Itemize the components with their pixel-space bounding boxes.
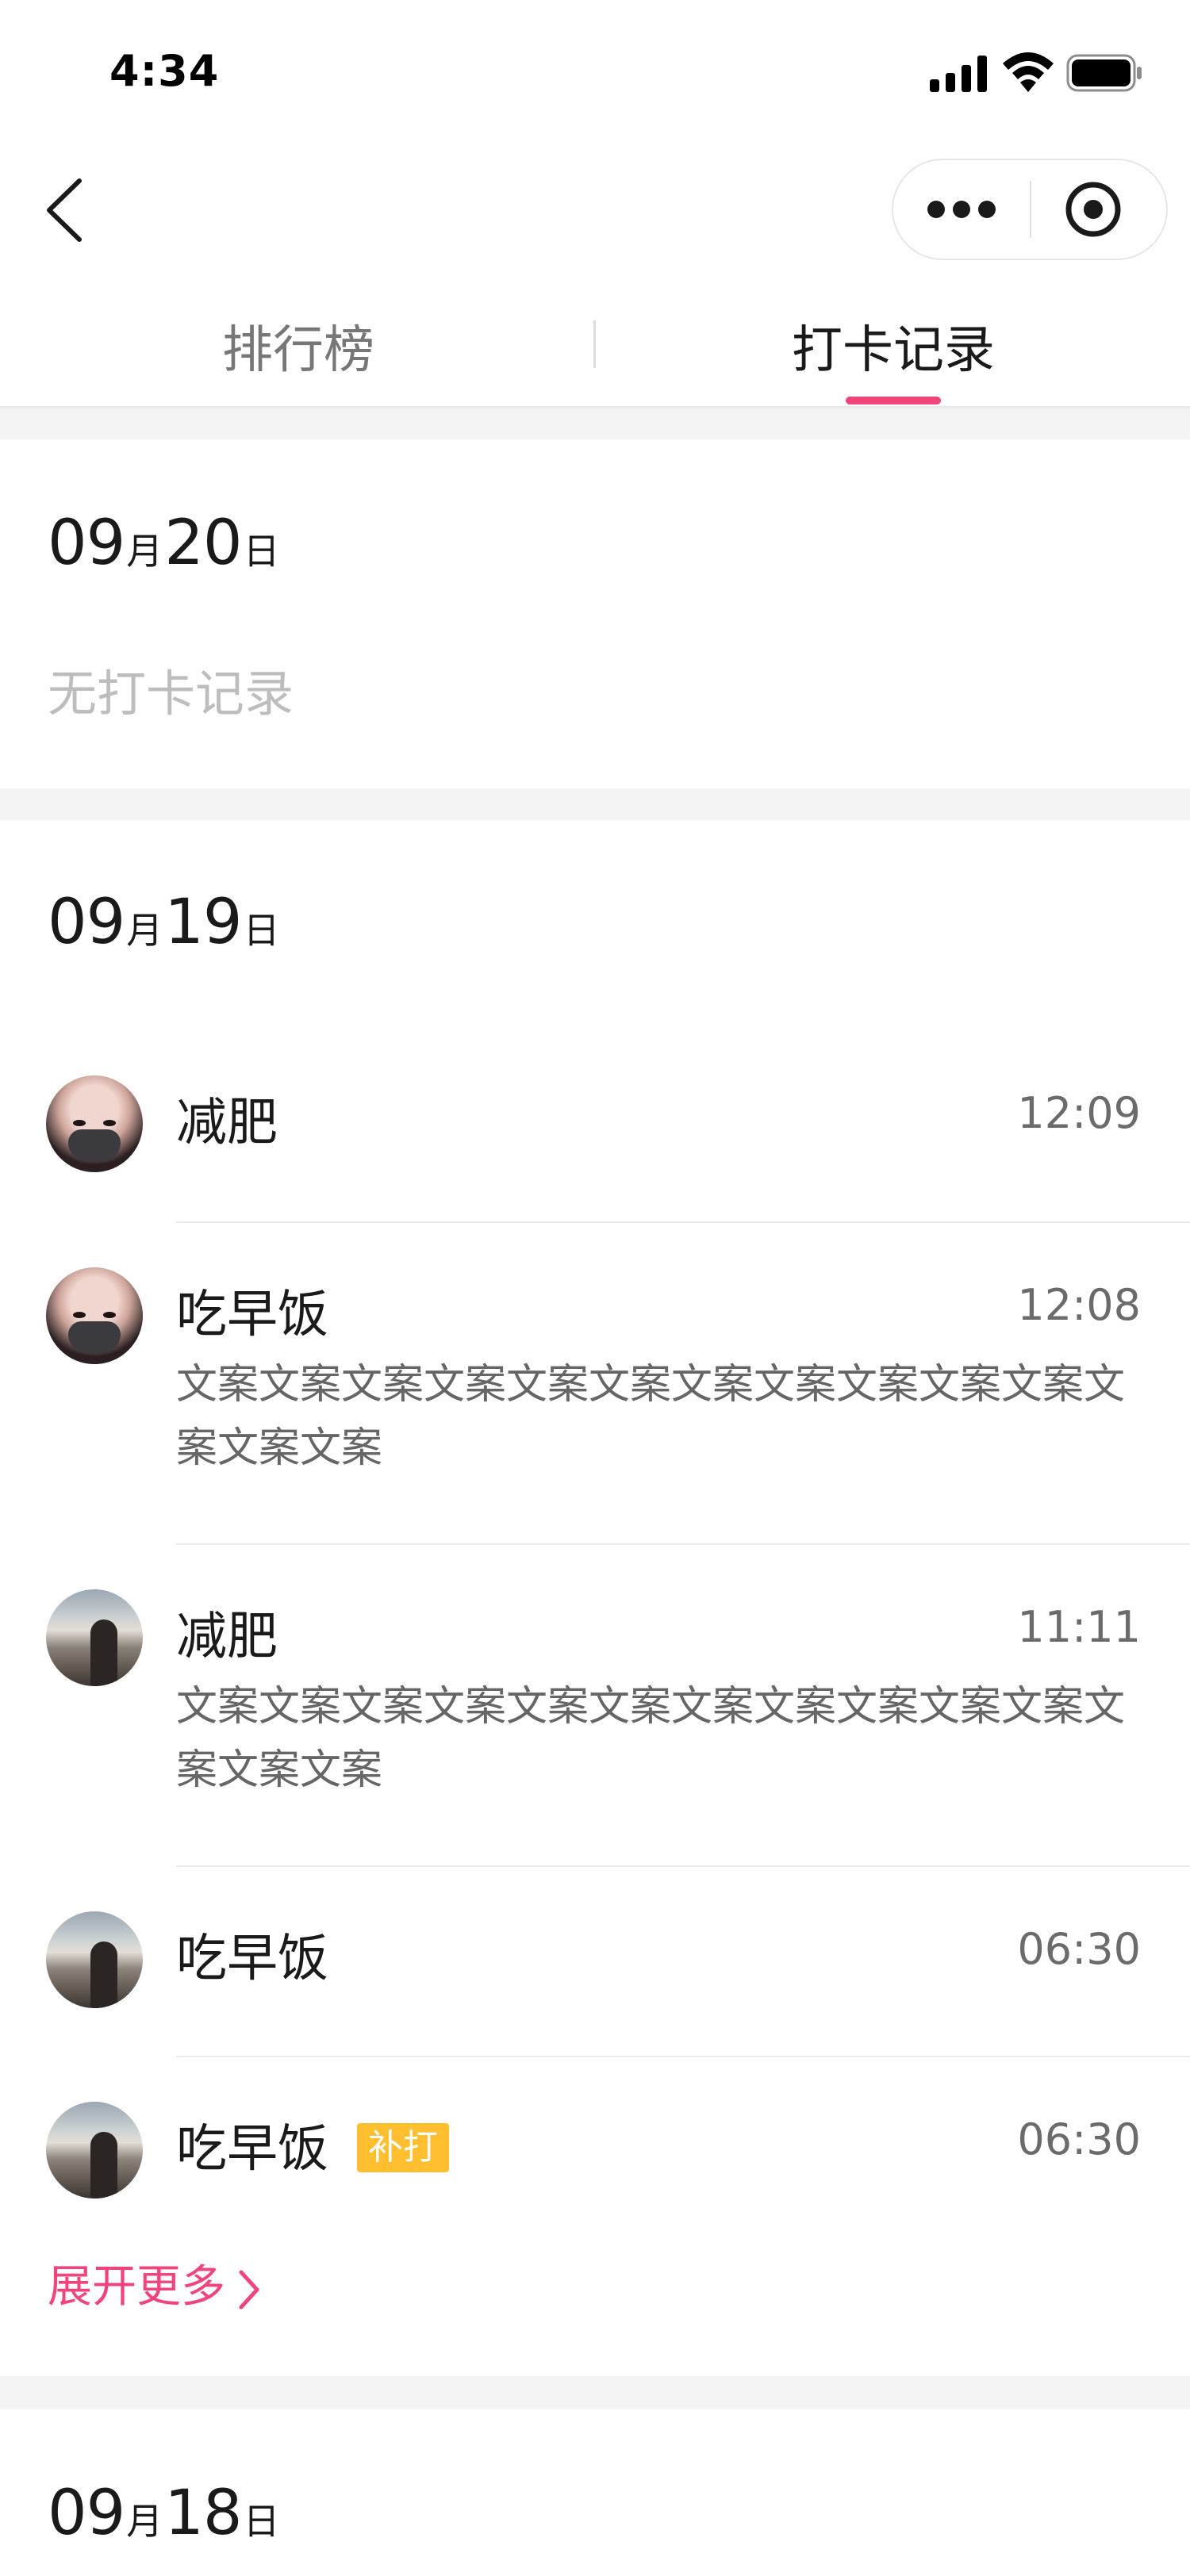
day-date: 09月20日 [48,508,282,579]
day-card-0918: 09月18日 [0,2409,1190,2576]
date-month: 09 [48,508,125,579]
checkin-record[interactable]: 吃早饭 06:30 [0,1867,1190,2057]
mini-program-capsule [892,159,1168,260]
day-card-0919: 09月19日 减肥 12:09 吃早饭 12:08 文案文案文案文案文案文案文案… [0,820,1190,2376]
status-bar: 4:34 [0,0,1190,151]
record-title: 减肥 [176,1608,278,1666]
record-time: 12:08 [1017,1280,1141,1330]
record-title: 减肥 [176,1094,278,1152]
expand-more-button[interactable]: 展开更多 [48,2251,262,2315]
date-day-unit: 日 [243,909,280,952]
record-title: 吃早饭 补打 [176,2108,449,2181]
date-day-unit: 日 [243,530,280,573]
record-time: 11:11 [1017,1602,1141,1652]
day-card-0920: 09月20日 无打卡记录 [0,439,1190,788]
active-tab-indicator [846,397,941,404]
date-month-unit: 月 [126,530,163,573]
avatar [46,1911,143,2008]
tab-checkin-records[interactable]: 打卡记录 [735,309,1052,382]
tab-bar: 排行榜 打卡记录 [0,293,1190,408]
date-month: 09 [48,887,125,958]
record-description: 文案文案文案文案文案文案文案文案文案文案文案文案文案文案 [176,1683,1126,1794]
battery-icon [1066,54,1142,92]
day-date: 09月18日 [48,2478,282,2549]
checkin-record[interactable]: 减肥 11:11 文案文案文案文案文案文案文案文案文案文案文案文案文案文案 [0,1545,1190,1867]
record-time: 06:30 [1017,2114,1141,2164]
record-time: 06:30 [1017,1924,1141,1974]
empty-record-text: 无打卡记录 [48,665,294,723]
tab-ranking[interactable]: 排行榜 [140,309,457,382]
avatar [46,1589,143,1686]
date-month: 09 [48,2478,125,2549]
wifi-icon [1003,52,1054,92]
header-area: 4:34 排行榜 打卡记录 [0,0,1190,408]
chevron-right-icon [239,2270,259,2310]
tabs-shadow [0,406,1190,411]
record-description: 文案文案文案文案文案文案文案文案文案文案文案文案文案文案 [176,1361,1126,1472]
avatar [46,2102,143,2198]
date-month-unit: 月 [126,2500,163,2543]
status-time: 4:34 [109,46,220,96]
record-title: 吃早饭 [176,1286,328,1344]
checkin-record[interactable]: 吃早饭 补打 06:30 [0,2057,1190,2216]
date-day: 18 [164,2478,242,2549]
record-title: 吃早饭 [176,1930,328,1988]
record-title-text: 吃早饭 [176,2120,328,2179]
back-icon[interactable] [38,174,94,246]
avatar [46,1267,143,1364]
date-day: 19 [164,887,242,958]
makeup-badge: 补打 [357,2123,449,2173]
cellular-signal-icon [930,56,987,92]
checkin-record[interactable]: 吃早饭 12:08 文案文案文案文案文案文案文案文案文案文案文案文案文案文案 [0,1223,1190,1545]
close-miniprogram-icon[interactable] [1031,160,1168,259]
day-date: 09月19日 [48,887,282,958]
date-day-unit: 日 [243,2500,280,2543]
record-time: 12:09 [1017,1088,1141,1138]
avatar [46,1075,143,1172]
expand-more-label: 展开更多 [48,2261,225,2313]
date-month-unit: 月 [126,909,163,952]
tab-divider [593,320,596,368]
checkin-record[interactable]: 减肥 12:09 [0,1050,1190,1223]
more-options-icon[interactable] [893,160,1030,259]
date-day: 20 [164,508,242,579]
